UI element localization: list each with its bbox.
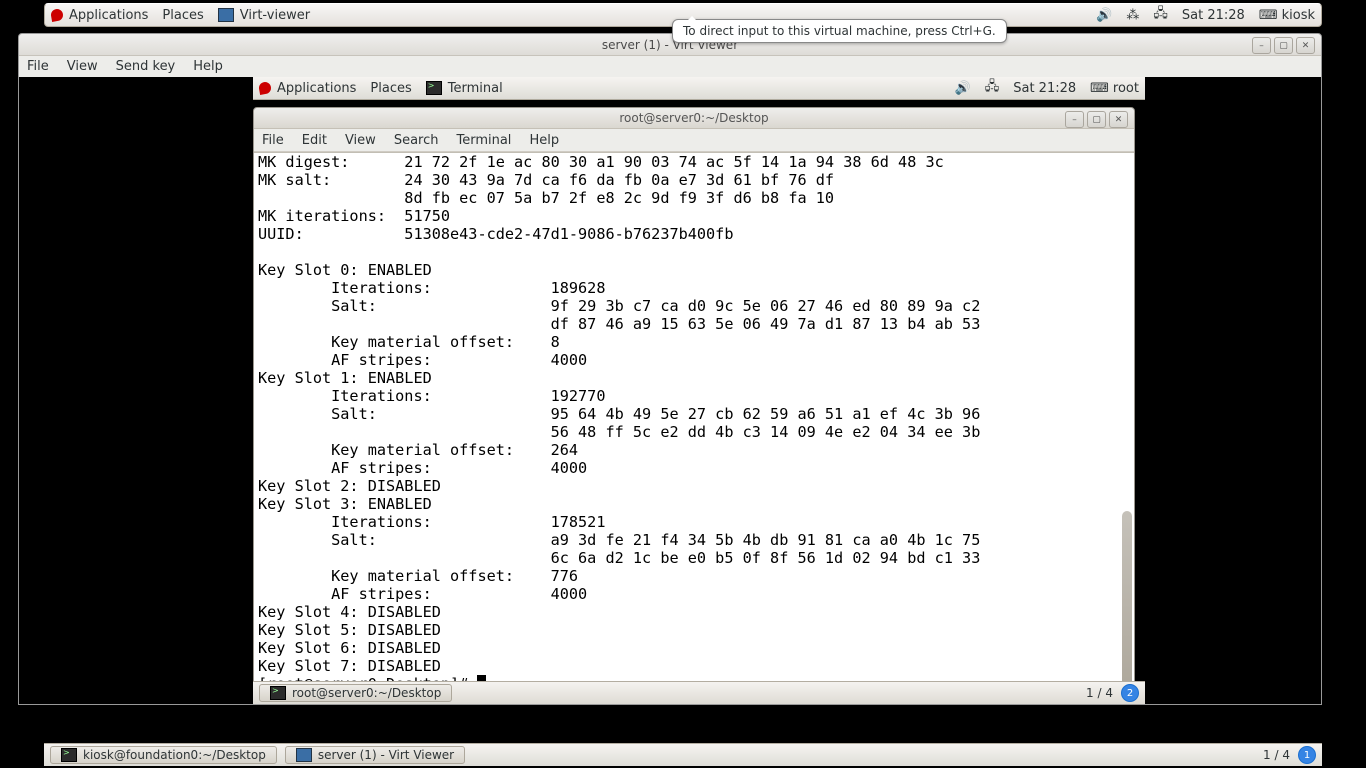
- minimize-button[interactable]: –: [1065, 111, 1084, 128]
- monitor-icon: [218, 8, 234, 22]
- applications-label: Applications: [69, 8, 148, 23]
- guest-gnome-panel: Applications Places Terminal 🔊 🖧 Sat 21:…: [253, 77, 1145, 100]
- menu-edit[interactable]: Edit: [302, 133, 327, 148]
- minimize-button[interactable]: –: [1252, 37, 1271, 54]
- maximize-button[interactable]: ▢: [1274, 37, 1293, 54]
- applications-menu[interactable]: Applications: [51, 8, 148, 23]
- menu-view[interactable]: View: [345, 133, 376, 148]
- bluetooth-icon[interactable]: ⁂: [1126, 8, 1139, 23]
- clock[interactable]: Sat 21:28: [1013, 81, 1076, 96]
- menu-send-key[interactable]: Send key: [116, 59, 176, 74]
- workspace-badge[interactable]: 1: [1298, 746, 1316, 764]
- tooltip: To direct input to this virtual machine,…: [672, 19, 1007, 43]
- terminal-output[interactable]: MK digest: 21 72 2f 1e ac 80 30 a1 90 03…: [254, 153, 1134, 695]
- keyboard-icon: ⌨: [1259, 8, 1278, 23]
- guest-active-app[interactable]: Terminal: [426, 81, 503, 96]
- menu-file[interactable]: File: [262, 133, 284, 148]
- user-menu[interactable]: ⌨ kiosk: [1259, 8, 1315, 23]
- window-titlebar[interactable]: server (1) - Virt Viewer – ▢ ✕: [19, 34, 1321, 56]
- virt-viewer-window: server (1) - Virt Viewer – ▢ ✕ File View…: [18, 33, 1322, 705]
- keyboard-icon: ⌨: [1090, 81, 1109, 96]
- terminal-title: root@server0:~/Desktop: [619, 111, 768, 125]
- user-menu[interactable]: ⌨ root: [1090, 81, 1139, 96]
- terminal-icon: [270, 686, 286, 700]
- close-button[interactable]: ✕: [1109, 111, 1128, 128]
- places-label: Places: [162, 8, 203, 23]
- scrollbar[interactable]: [1122, 153, 1132, 695]
- host-taskbar: kiosk@foundation0:~/Desktop server (1) -…: [44, 743, 1322, 766]
- workspace-indicator[interactable]: 1 / 4: [1263, 748, 1290, 762]
- guest-places-menu[interactable]: Places: [370, 81, 411, 96]
- terminal-icon: [61, 748, 77, 762]
- network-icon[interactable]: 🖧: [985, 77, 1000, 99]
- active-app-label: Virt-viewer: [240, 8, 310, 23]
- maximize-button[interactable]: ▢: [1087, 111, 1106, 128]
- menu-view[interactable]: View: [67, 59, 98, 74]
- terminal-body: MK digest: 21 72 2f 1e ac 80 30 a1 90 03…: [258, 153, 980, 675]
- taskbar-item-terminal[interactable]: root@server0:~/Desktop: [259, 684, 452, 702]
- terminal-viewport[interactable]: MK digest: 21 72 2f 1e ac 80 30 a1 90 03…: [254, 152, 1134, 695]
- scrollbar-thumb[interactable]: [1122, 511, 1132, 695]
- active-app[interactable]: Virt-viewer: [218, 8, 310, 23]
- terminal-window: root@server0:~/Desktop – ▢ ✕ File Edit V…: [253, 107, 1135, 696]
- redhat-icon: [258, 81, 272, 95]
- close-button[interactable]: ✕: [1296, 37, 1315, 54]
- menu-file[interactable]: File: [27, 59, 49, 74]
- network-icon[interactable]: 🖧: [1153, 4, 1168, 26]
- terminal-menubar: File Edit View Search Terminal Help: [254, 129, 1134, 152]
- virtview-menubar: File View Send key Help: [19, 56, 1321, 78]
- workspace-badge[interactable]: 2: [1121, 684, 1139, 702]
- terminal-titlebar[interactable]: root@server0:~/Desktop – ▢ ✕: [254, 108, 1134, 129]
- redhat-icon: [50, 8, 64, 22]
- guest-applications-menu[interactable]: Applications: [259, 81, 356, 96]
- terminal-icon: [426, 81, 442, 95]
- guest-display[interactable]: Applications Places Terminal 🔊 🖧 Sat 21:…: [19, 77, 1321, 704]
- taskbar-item-virtviewer[interactable]: server (1) - Virt Viewer: [285, 746, 465, 764]
- monitor-icon: [296, 748, 312, 762]
- menu-help[interactable]: Help: [193, 59, 223, 74]
- clock[interactable]: Sat 21:28: [1182, 8, 1245, 23]
- volume-icon[interactable]: 🔊: [1096, 8, 1112, 23]
- menu-terminal[interactable]: Terminal: [456, 133, 511, 148]
- menu-help[interactable]: Help: [529, 133, 559, 148]
- taskbar-item-terminal[interactable]: kiosk@foundation0:~/Desktop: [50, 746, 277, 764]
- places-menu[interactable]: Places: [162, 8, 203, 23]
- workspace-indicator[interactable]: 1 / 4: [1086, 686, 1113, 700]
- menu-search[interactable]: Search: [394, 133, 439, 148]
- volume-icon[interactable]: 🔊: [955, 81, 971, 96]
- guest-taskbar: root@server0:~/Desktop 1 / 4 2: [253, 681, 1145, 704]
